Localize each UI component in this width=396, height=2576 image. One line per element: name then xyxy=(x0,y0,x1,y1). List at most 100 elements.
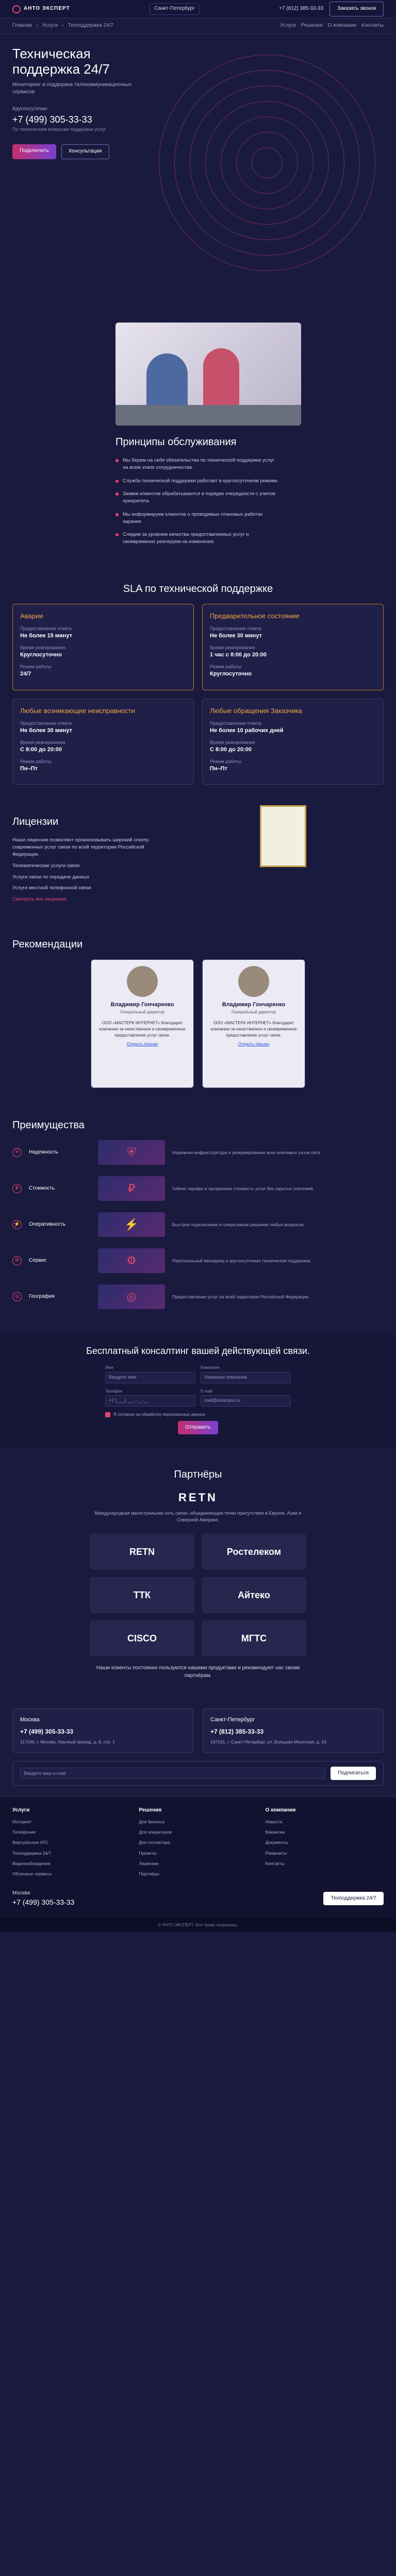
nav-link[interactable]: Решения xyxy=(301,22,323,30)
name-field[interactable]: Введите имя xyxy=(105,1371,195,1383)
open-letter-link[interactable]: Открыть письмо xyxy=(97,1041,187,1047)
footer-link[interactable]: Для операторов xyxy=(139,1829,257,1835)
hero-phone-label: Круглосуточно xyxy=(12,106,47,112)
footer-column: О компании Новости Вакансии Документы Реквиз… xyxy=(266,1807,384,1881)
consult-button[interactable]: Консультация xyxy=(61,144,110,159)
footer-column: Решения Для бизнеса Для операторов Для госс… xyxy=(139,1807,257,1881)
breadcrumb-item[interactable]: Услуги xyxy=(42,22,58,30)
footer-city: Москва xyxy=(12,1890,30,1896)
footer-link[interactable]: Реквизиты xyxy=(266,1850,384,1856)
hero-phone[interactable]: +7 (499) 305-33-33 xyxy=(12,113,384,126)
principles-section: Принципы обслуживания Мы берем на себя о… xyxy=(0,312,396,562)
subscribe-input[interactable]: Введите ваш e-mail xyxy=(20,1768,326,1780)
subscribe-button[interactable]: Подписаться xyxy=(331,1766,376,1781)
city-phone[interactable]: +7 (499) 305-33-33 xyxy=(20,1727,186,1736)
footer-link[interactable]: Лицензии xyxy=(139,1860,257,1867)
sla-value: С 8:00 до 20:00 xyxy=(20,746,62,753)
company-field[interactable]: Название компании xyxy=(201,1371,291,1383)
advantages-section: Преимущества ⛨ Надежность ⛨ Надежная инфрас… xyxy=(0,1098,396,1331)
connect-button[interactable]: Подключить xyxy=(12,144,56,159)
advantages-title: Преимущества xyxy=(12,1119,85,1131)
support-button[interactable]: Техподдержка 24/7 xyxy=(323,1891,384,1906)
hero: Техническая поддержка 24/7 Мониторинг и … xyxy=(0,34,396,312)
footer-link[interactable]: Виртуальная АТС xyxy=(12,1839,130,1845)
principles-title: Принципы обслуживания xyxy=(116,436,237,448)
shield-icon: ⛨ xyxy=(12,1147,22,1157)
sla-card-title: Любые возникающие неисправности xyxy=(20,706,135,715)
sla-value: Круглосуточно xyxy=(210,670,252,677)
submit-button[interactable]: Отправить xyxy=(178,1420,218,1435)
sla-value: 1 час с 8:00 до 20:00 xyxy=(210,651,267,658)
sla-key: Предоставление ответа xyxy=(210,625,261,631)
licenses-section: Лицензии Наши лицензии позволяют организ… xyxy=(0,795,396,917)
callback-button[interactable]: Заказать звонок xyxy=(329,2,384,16)
sla-value: Не более 10 рабочих дней xyxy=(210,727,284,734)
breadcrumb-item[interactable]: Главная xyxy=(12,22,32,30)
footer-link[interactable]: Для бизнеса xyxy=(139,1819,257,1825)
nav-link[interactable]: Услуги xyxy=(280,22,296,30)
footer-link[interactable]: Вакансии xyxy=(266,1829,384,1835)
footer-link[interactable]: Партнёры xyxy=(139,1871,257,1877)
advantage-row: ₽ Стоимость ₽ Гибкие тарифы и прозрачная ст… xyxy=(12,1176,384,1201)
footer-link[interactable]: Документы xyxy=(266,1839,384,1845)
license-item: Телематические услуги связи xyxy=(12,862,80,869)
advantage-title: Оперативность xyxy=(29,1221,66,1227)
brand-logo[interactable]: АНТО ЭКСПЕРТ xyxy=(12,5,70,13)
sla-value: Не более 30 минут xyxy=(20,727,72,734)
footer: Услуги Интернет Телефония Виртуальная АТС Те… xyxy=(0,1796,396,1918)
bolt-icon: ⚡ xyxy=(12,1219,22,1229)
partners-section: Партнёры RETN Международная магистральна… xyxy=(0,1448,396,1690)
nav-link[interactable]: Контакты xyxy=(361,22,384,30)
subscribe-form: Введите ваш e-mail Подписаться xyxy=(12,1760,384,1786)
advantage-row: ⛨ Надежность ⛨ Надежная инфраструктура и ре… xyxy=(12,1140,384,1165)
license-document[interactable] xyxy=(260,805,306,868)
email-field[interactable]: mail@example.ru xyxy=(201,1395,291,1407)
city-selector[interactable]: Санкт-Петербург xyxy=(150,3,200,15)
phone-field[interactable]: +7 (___) ___-__-__ xyxy=(105,1395,195,1407)
footer-link[interactable]: Новости xyxy=(266,1819,384,1825)
hero-note: По техническим вопросам поддержки услуг xyxy=(12,127,106,132)
header-phone[interactable]: +7 (812) 385-33-33 xyxy=(279,5,323,13)
footer-link[interactable]: Для госсектора xyxy=(139,1839,257,1845)
sla-key: Время реагирования xyxy=(20,739,65,745)
sla-key: Время реагирования xyxy=(20,645,65,650)
footer-link[interactable]: Облачные сервисы xyxy=(12,1871,130,1877)
sla-key: Предоставление ответа xyxy=(20,720,72,726)
contacts-section: Москва +7 (499) 305-33-33 117246, г. Мос… xyxy=(0,1690,396,1796)
city-card: Москва +7 (499) 305-33-33 117246, г. Мос… xyxy=(12,1708,193,1753)
footer-column: Услуги Интернет Телефония Виртуальная АТС Те… xyxy=(12,1807,130,1881)
footer-link[interactable]: Телефония xyxy=(12,1829,130,1835)
rings-decoration xyxy=(159,55,375,271)
partner-logo: Ростелеком xyxy=(202,1534,306,1570)
advantage-image: ⚙ xyxy=(98,1248,165,1273)
licenses-link[interactable]: Смотреть все лицензии xyxy=(12,896,167,903)
partner-logo: МГТС xyxy=(202,1620,306,1657)
clients-text: Наши клиенты постоянно пользуются нашими… xyxy=(96,1665,300,1679)
advantage-title: География xyxy=(29,1293,55,1299)
principle-item: Заявки клиентов обрабатываются в порядке… xyxy=(116,490,280,505)
sla-key: Предоставление ответа xyxy=(210,720,261,726)
sla-card: Аварии Предоставление ответа Не более 15 м… xyxy=(12,603,194,690)
sla-value: С 8:00 до 20:00 xyxy=(210,746,252,753)
sla-key: Режим работы xyxy=(20,664,52,669)
footer-link[interactable]: Интернет xyxy=(12,1819,130,1825)
footer-link[interactable]: Техподдержка 24/7 xyxy=(12,1850,130,1856)
footer-link[interactable]: Контакты xyxy=(266,1860,384,1867)
footer-column-title: Услуги xyxy=(12,1807,30,1814)
agree-checkbox[interactable] xyxy=(105,1412,110,1417)
sla-key: Режим работы xyxy=(210,758,241,764)
page: АНТО ЭКСПЕРТ Санкт-Петербург +7 (812) 38… xyxy=(0,0,396,1933)
city-phone[interactable]: +7 (812) 385-33-33 xyxy=(210,1727,376,1736)
partner-logo: CISCO xyxy=(90,1620,194,1657)
footer-phone[interactable]: +7 (499) 305-33-33 xyxy=(12,1897,74,1907)
open-letter-link[interactable]: Открыть письмо xyxy=(209,1041,299,1047)
breadcrumb: Главная › Услуги › Техподдержка 24/7 Услуг… xyxy=(0,19,396,34)
nav-link[interactable]: О компании xyxy=(328,22,356,30)
brand-name: АНТО ЭКСПЕРТ xyxy=(24,6,70,12)
sla-section: SLA по технической поддержке Аварии Предо… xyxy=(0,562,396,795)
footer-link[interactable]: Проекты xyxy=(139,1850,257,1856)
sla-card: Предварительное состояние Предоставление … xyxy=(202,603,384,690)
partners-text: Международная магистральная сеть связи, … xyxy=(94,1511,302,1523)
advantage-title: Сервис xyxy=(29,1257,47,1263)
footer-link[interactable]: Видеонаблюдение xyxy=(12,1860,130,1867)
